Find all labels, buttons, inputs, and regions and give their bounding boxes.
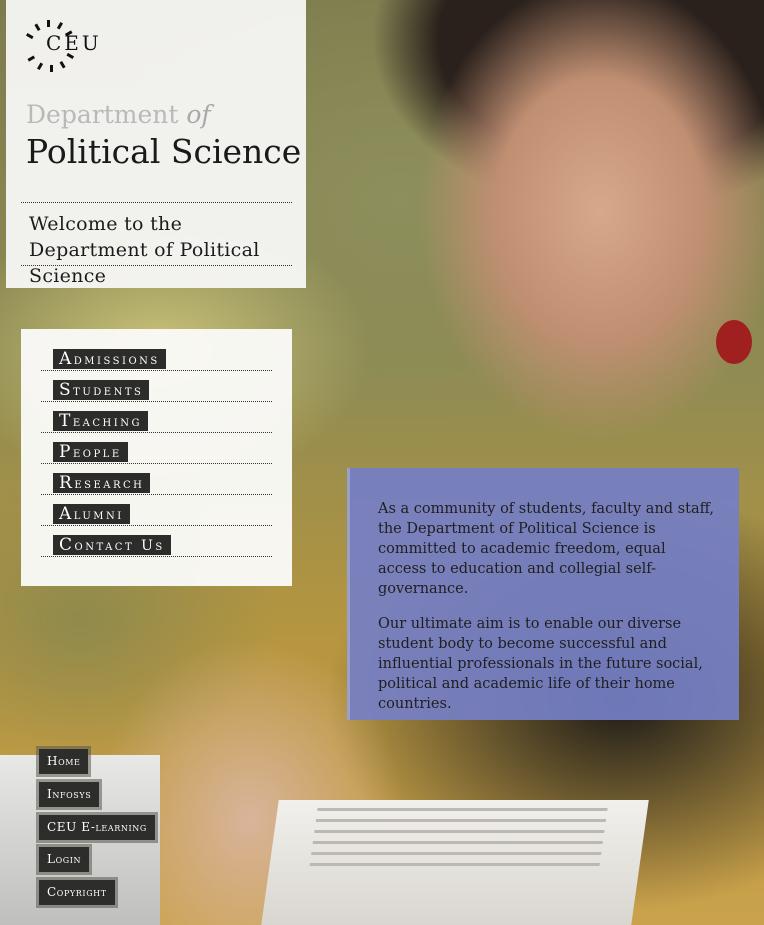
footer-link-login[interactable]: Login [39, 847, 90, 872]
nav-item-people[interactable]: People [41, 432, 272, 464]
nav-label[interactable]: Research [53, 473, 151, 493]
footer-link-infosys[interactable]: Infosys [39, 782, 100, 807]
main-nav: Admissions Students Teaching People Rese… [21, 329, 292, 586]
welcome-heading: Welcome to the Department of Political S… [21, 202, 292, 287]
nav-label[interactable]: People [53, 442, 128, 462]
footer-link-ceu-elearning[interactable]: CEU E-learning [39, 815, 155, 840]
document-image [261, 800, 649, 925]
nav-item-contact-us[interactable]: Contact Us [41, 525, 272, 557]
department-prefix: Department [26, 100, 179, 129]
department-label: Department of [26, 100, 211, 129]
nav-label[interactable]: Alumni [53, 504, 130, 524]
department-of: of [186, 100, 211, 129]
nav-label[interactable]: Students [53, 380, 150, 400]
nav-item-admissions[interactable]: Admissions [41, 339, 272, 371]
nav-item-students[interactable]: Students [41, 370, 272, 402]
earring-image [716, 320, 752, 364]
mission-paragraph-2: Our ultimate aim is to enable our divers… [378, 616, 703, 712]
mission-paragraph-1: As a community of students, faculty and … [378, 501, 714, 597]
nav-label[interactable]: Admissions [53, 349, 166, 369]
department-name: Political Science [26, 132, 302, 171]
nav-label[interactable]: Teaching [53, 411, 148, 431]
nav-item-alumni[interactable]: Alumni [41, 494, 272, 526]
nav-item-teaching[interactable]: Teaching [41, 401, 272, 433]
nav-item-research[interactable]: Research [41, 463, 272, 495]
ceu-logo[interactable]: CEU [26, 18, 99, 74]
header-panel: CEU Department of Political Science Welc… [6, 0, 306, 288]
nav-label[interactable]: Contact Us [53, 535, 171, 555]
mission-statement-box: As a community of students, faculty and … [347, 468, 739, 720]
footer-link-copyright[interactable]: Copyright [39, 880, 115, 905]
footer-link-home[interactable]: Home [39, 749, 89, 774]
logo-text: CEU [46, 31, 102, 55]
